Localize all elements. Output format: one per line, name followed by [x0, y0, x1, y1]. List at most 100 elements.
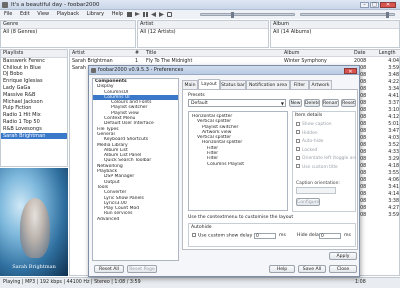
playlist-item[interactable]: Massive R&B — [1, 92, 67, 99]
tab-filter[interactable]: Filter — [290, 80, 309, 89]
playlist-item[interactable]: Lady GaGa — [1, 85, 67, 92]
menu-edit[interactable]: Edit — [20, 11, 30, 17]
prefs-close-icon[interactable]: ✕ — [344, 67, 357, 75]
pause-icon[interactable] — [143, 12, 148, 17]
show-delay-row: Use custom show delay of — [192, 233, 258, 240]
item-option[interactable]: Hidden — [296, 130, 356, 139]
track-length: 4:22 — [388, 80, 399, 85]
hide-delay-input[interactable]: 0 — [319, 233, 341, 239]
caption-orientation-dropdown[interactable] — [296, 187, 336, 194]
track-row[interactable]: Sarah Brightman 1 Fly To The Midnight Wi… — [70, 58, 400, 65]
playlist-item[interactable]: R&B Lovesongs — [1, 126, 67, 133]
close-icon[interactable]: ✕ — [380, 2, 396, 8]
new-preset-button[interactable]: New — [289, 99, 302, 107]
help-button[interactable]: Help — [269, 265, 295, 273]
presets-dropdown[interactable]: Default ▼ — [188, 99, 286, 107]
seek-handle[interactable] — [231, 12, 234, 18]
item-option[interactable]: Show caption — [296, 121, 356, 130]
close-button[interactable]: Close — [329, 265, 357, 273]
previous-icon[interactable] — [151, 12, 156, 17]
show-delay-checkbox[interactable] — [192, 233, 196, 237]
delete-preset-button[interactable]: Delete — [304, 99, 320, 107]
tracklist-header: Artist # Title Album Date Length — [70, 50, 400, 57]
stop-icon[interactable] — [127, 12, 132, 17]
option-checkbox[interactable] — [296, 164, 300, 168]
option-checkbox[interactable] — [296, 155, 300, 160]
playlist-item[interactable]: Enrique Iglesias — [1, 78, 67, 85]
layout-tab-page: Presets Default ▼ New Delete Rename Rese… — [182, 89, 358, 250]
reset-preset-button[interactable]: Reset — [341, 99, 356, 107]
minimize-icon[interactable]: – — [360, 2, 369, 8]
option-checkbox[interactable] — [296, 121, 300, 126]
artist-filter[interactable]: Artist All (12 Artists) — [137, 20, 269, 48]
genre-filter[interactable]: Genre All (8 Genres) — [0, 20, 136, 48]
playlist-item[interactable]: Radio 1 Top 50 — [1, 119, 67, 126]
volume-bar[interactable] — [300, 12, 395, 18]
option-checkbox[interactable] — [296, 130, 300, 134]
menu-playback[interactable]: Playback — [57, 11, 79, 17]
layout-tree-item[interactable]: Columns Playlist — [189, 162, 287, 167]
menu-help[interactable]: Help — [112, 11, 123, 17]
tab-main[interactable]: Main — [182, 80, 198, 89]
artist-header[interactable]: Artist — [138, 21, 268, 29]
reset-page-button[interactable]: Reset Page — [127, 265, 157, 273]
item-option[interactable]: Auto-hide — [296, 138, 356, 147]
option-checkbox[interactable] — [296, 138, 300, 143]
random-icon[interactable] — [167, 12, 172, 17]
next-icon[interactable] — [159, 12, 164, 17]
album-all-item[interactable]: All (14 Albums) — [271, 29, 399, 36]
maximize-icon[interactable]: □ — [370, 2, 379, 8]
album-art-figure — [20, 198, 50, 258]
autohide-header: Autohide — [191, 225, 212, 230]
rename-preset-button[interactable]: Rename — [322, 99, 339, 107]
menu-view[interactable]: View — [37, 11, 49, 17]
col-title[interactable]: Title — [146, 50, 156, 57]
album-header[interactable]: Album — [271, 21, 399, 29]
seek-bar[interactable] — [200, 12, 295, 18]
option-label: Locked — [302, 147, 318, 153]
menu-library[interactable]: Library — [87, 11, 104, 17]
prefs-title: foobar2000 v0.9.5.3 - Preferences — [98, 67, 184, 73]
playlist-item[interactable]: Michael Jackson — [1, 99, 67, 106]
genre-all-item[interactable]: All (8 Genres) — [1, 29, 135, 36]
col-artist[interactable]: Artist — [72, 50, 85, 57]
album-filter[interactable]: Album All (14 Albums) — [270, 20, 400, 48]
tab-artwork[interactable]: Artwork — [309, 80, 332, 89]
apply-button[interactable]: Apply — [329, 252, 357, 260]
genre-header[interactable]: Genre — [1, 21, 135, 29]
playlist-item[interactable]: Basswerk Ferenc — [1, 58, 67, 65]
col-album[interactable]: Album — [284, 50, 299, 57]
playlist-item[interactable]: Sarah Brightman — [1, 132, 67, 140]
menu-file[interactable]: File — [4, 11, 12, 17]
item-option[interactable]: Locked — [296, 147, 356, 156]
show-delay-value: 0 — [256, 234, 259, 239]
col-number[interactable]: # — [135, 50, 139, 57]
save-all-button[interactable]: Save All — [298, 265, 326, 273]
presets-label: Presets — [188, 93, 205, 98]
playlist-item[interactable]: Chillout In Blue — [1, 65, 67, 72]
reset-all-button[interactable]: Reset All — [94, 265, 124, 273]
item-option[interactable]: Orientate left (toggle area) — [296, 155, 356, 164]
playlist-item[interactable]: DJ Bobo — [1, 71, 67, 78]
tab-status-bar[interactable]: Status bar — [220, 80, 246, 89]
show-delay-input[interactable]: 0 — [254, 233, 276, 239]
status-bar: Playing | MP3 | 192 kbps | 44100 Hz | St… — [0, 277, 400, 288]
track-length: 4:18 — [388, 164, 399, 169]
col-length[interactable]: Length — [379, 50, 396, 57]
col-date[interactable]: Date — [354, 50, 365, 57]
configure-button[interactable]: Configure... — [296, 198, 320, 206]
volume-handle[interactable] — [386, 12, 389, 18]
artist-all-item[interactable]: All (12 Artists) — [138, 29, 268, 36]
option-label: Orientate left (toggle area) — [302, 156, 356, 161]
foobar-app-icon — [2, 2, 8, 8]
tab-notification-area[interactable]: Notification area — [246, 80, 290, 89]
item-option[interactable]: Use custom title — [296, 164, 356, 173]
playlist-item[interactable]: Pulp Fiction — [1, 105, 67, 112]
tab-layout[interactable]: Layout — [198, 79, 220, 89]
option-label: Hidden — [302, 130, 318, 136]
layout-tree[interactable]: Horizontal splitter Vertical splitter Play… — [188, 111, 288, 211]
tree-item[interactable]: Advanced — [93, 217, 178, 222]
play-icon[interactable] — [135, 12, 140, 16]
playlist-item[interactable]: Radio 1 Hit Mix — [1, 112, 67, 119]
option-checkbox[interactable] — [296, 147, 300, 151]
